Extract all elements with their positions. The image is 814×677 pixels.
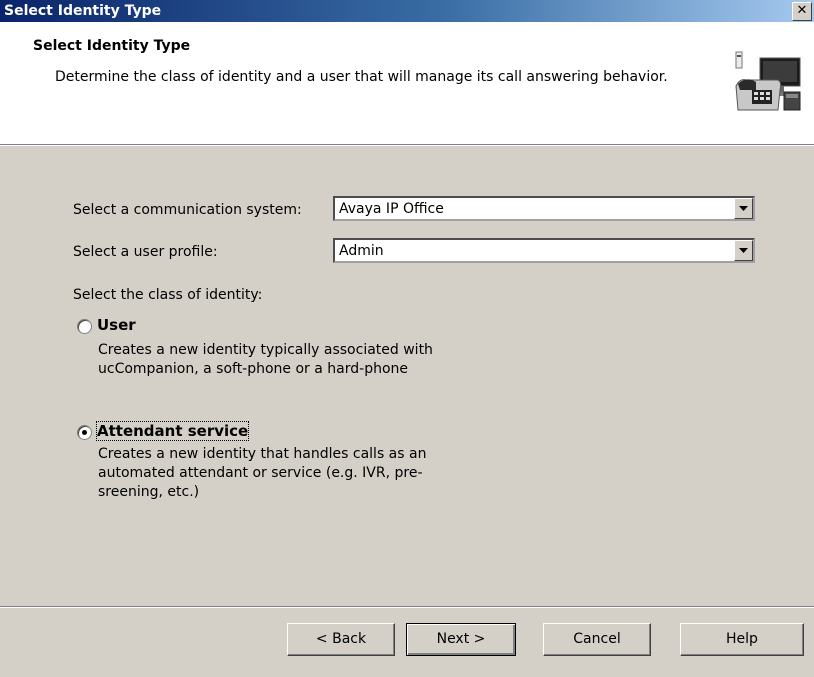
user-profile-label: Select a user profile: <box>73 244 218 260</box>
attendant-service-option-description: Creates a new identity that handles call… <box>98 446 427 500</box>
user-profile-dropdown-button[interactable] <box>734 240 753 261</box>
attendant-service-radio[interactable] <box>77 425 92 440</box>
title-bar: Select Identity Type ✕ <box>0 0 814 22</box>
close-button[interactable]: ✕ <box>792 2 812 21</box>
cancel-button[interactable]: Cancel <box>543 623 651 656</box>
page-description: Determine the class of identity and a us… <box>55 69 668 85</box>
communication-system-select[interactable]: Avaya IP Office <box>333 196 755 221</box>
phone-computer-icon <box>735 51 801 111</box>
communication-system-label: Select a communication system: <box>73 202 302 218</box>
page-title: Select Identity Type <box>33 38 191 54</box>
user-profile-select[interactable]: Admin <box>333 238 755 263</box>
close-icon: ✕ <box>796 3 808 18</box>
radio-selected-dot <box>82 430 87 435</box>
window-title: Select Identity Type <box>4 3 162 19</box>
chevron-down-icon <box>739 248 748 253</box>
user-radio[interactable] <box>77 319 92 334</box>
attendant-service-option-label[interactable]: Attendant service <box>95 421 250 441</box>
user-profile-value: Admin <box>339 243 384 259</box>
back-button[interactable]: < Back <box>287 623 395 656</box>
header-divider <box>0 145 814 146</box>
chevron-down-icon <box>739 206 748 211</box>
next-button[interactable]: Next > <box>406 623 516 656</box>
user-option-label[interactable]: User <box>97 316 136 334</box>
communication-system-value: Avaya IP Office <box>339 201 444 217</box>
communication-system-dropdown-button[interactable] <box>734 198 753 219</box>
help-button[interactable]: Help <box>680 623 804 656</box>
identity-class-label: Select the class of identity: <box>73 287 263 303</box>
user-option-description: Creates a new identity typically associa… <box>98 342 433 377</box>
